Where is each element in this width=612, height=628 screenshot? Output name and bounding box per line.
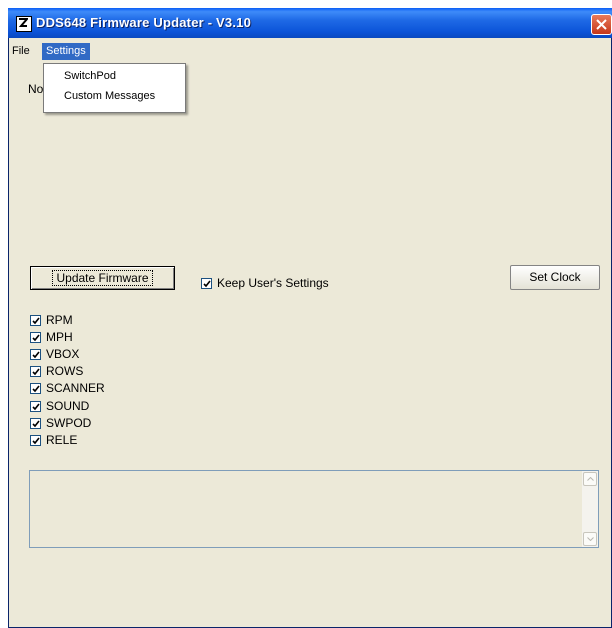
checkmark-icon (32, 317, 40, 325)
option-label: ROWS (46, 364, 84, 378)
scroll-up-button[interactable] (583, 472, 597, 486)
app-logo-icon (16, 16, 32, 32)
option-label: RELE (46, 433, 78, 447)
menu-item-custom-messages[interactable]: Custom Messages (64, 88, 155, 104)
checkbox-box[interactable] (30, 315, 41, 326)
status-label: No (28, 82, 44, 96)
menu-bar: File Settings (8, 42, 612, 61)
checkmark-icon (32, 437, 40, 445)
chevron-up-icon (587, 477, 594, 481)
checkmark-icon (32, 403, 40, 411)
checkbox-box[interactable] (30, 401, 41, 412)
checkbox-box[interactable] (201, 278, 212, 289)
option-label: VBOX (46, 347, 80, 361)
option-label: MPH (46, 330, 73, 344)
update-firmware-button[interactable]: Update Firmware (30, 266, 175, 290)
checkbox-box[interactable] (30, 418, 41, 429)
close-icon (596, 19, 607, 30)
log-scrollbar[interactable] (582, 471, 598, 547)
log-output[interactable] (29, 470, 599, 548)
chevron-down-icon (587, 537, 594, 541)
checkmark-icon (32, 334, 40, 342)
option-label: SCANNER (46, 381, 105, 395)
set-clock-button[interactable]: Set Clock (510, 265, 600, 290)
checkmark-icon (32, 351, 40, 359)
close-button[interactable] (591, 14, 612, 35)
title-bar[interactable]: DDS648 Firmware Updater - V3.10 (8, 8, 612, 38)
option-label: RPM (46, 313, 73, 327)
checkbox-box[interactable] (30, 366, 41, 377)
checkmark-icon (203, 280, 211, 288)
menu-item-switchpod[interactable]: SwitchPod (64, 68, 116, 84)
checkbox-box[interactable] (30, 332, 41, 343)
scroll-down-button[interactable] (583, 532, 597, 546)
update-firmware-label: Update Firmware (52, 270, 153, 286)
settings-dropdown: SwitchPod Custom Messages (43, 63, 186, 113)
window-title: DDS648 Firmware Updater - V3.10 (36, 15, 252, 30)
checkbox-box[interactable] (30, 349, 41, 360)
option-label: SWPOD (46, 416, 92, 430)
option-label: SOUND (46, 399, 90, 413)
menu-settings[interactable]: Settings (42, 43, 90, 60)
checkbox-box[interactable] (30, 435, 41, 446)
keep-settings-label: Keep User's Settings (217, 276, 329, 290)
menu-file[interactable]: File (8, 43, 34, 60)
checkbox-box[interactable] (30, 383, 41, 394)
checkmark-icon (32, 385, 40, 393)
app-window: DDS648 Firmware Updater - V3.10 File Set… (8, 8, 612, 628)
checkmark-icon (32, 368, 40, 376)
checkmark-icon (32, 420, 40, 428)
